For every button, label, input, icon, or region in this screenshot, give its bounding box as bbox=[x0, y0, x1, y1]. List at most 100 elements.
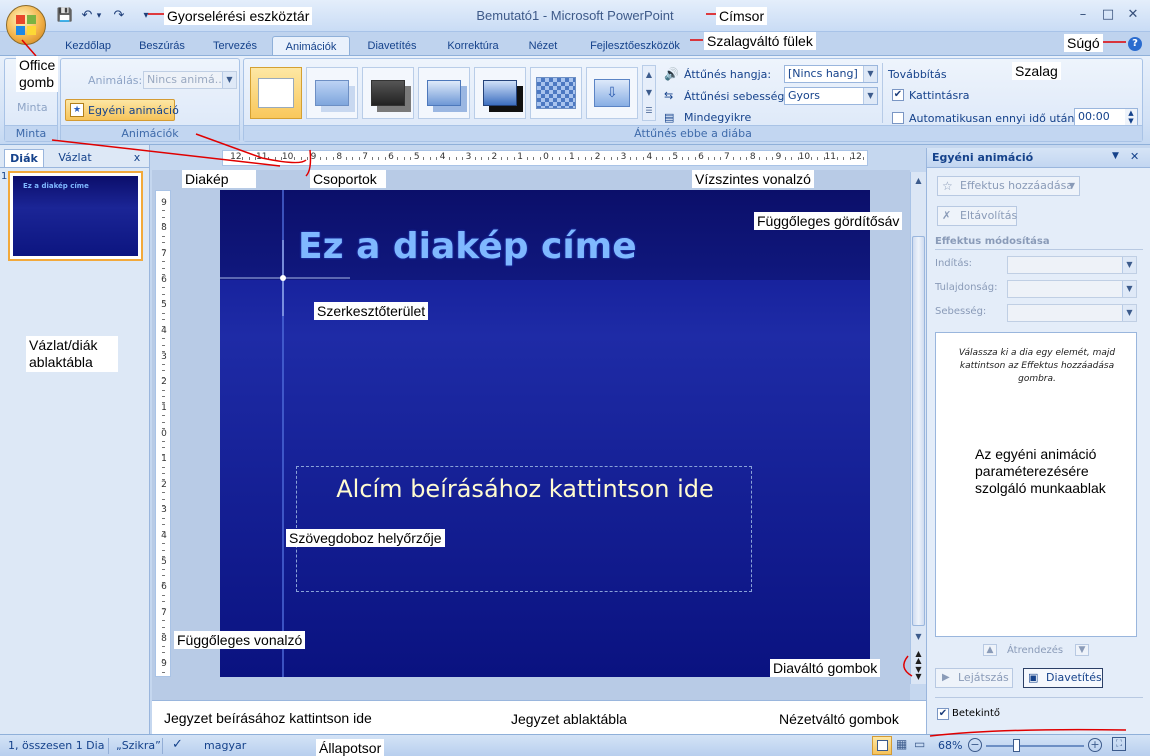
slideshow-button[interactable]: ▣ Diavetítés bbox=[1023, 668, 1103, 688]
transition-wipe-down-thumb[interactable]: ⇩ bbox=[586, 67, 638, 119]
callout-view-buttons: Nézetváltó gombok bbox=[776, 710, 902, 728]
scroll-up-icon[interactable]: ▲ bbox=[912, 174, 925, 188]
minta-button[interactable]: Minta bbox=[17, 101, 48, 114]
vruler-tick bbox=[162, 293, 165, 295]
hruler-tick bbox=[713, 157, 715, 160]
hruler-tick bbox=[481, 157, 483, 160]
slide-thumbnail[interactable]: Ez a diakép címe bbox=[8, 171, 143, 261]
auto-advance-checkbox[interactable] bbox=[892, 112, 904, 124]
transition-dissolve-thumb[interactable] bbox=[530, 67, 582, 119]
zoom-out-icon[interactable]: − bbox=[968, 738, 982, 752]
preview-checkbox[interactable]: ✔ bbox=[937, 708, 949, 720]
chevron-down-icon: ▼ bbox=[1122, 281, 1136, 297]
hruler-tick bbox=[397, 157, 399, 160]
hruler-tick bbox=[378, 157, 380, 160]
gallery-scroll[interactable]: ▲ ▼ ☰ bbox=[642, 65, 656, 121]
custom-animation-button[interactable]: ★ Egyéni animáció bbox=[65, 99, 179, 121]
zoom-slider-thumb[interactable] bbox=[1013, 739, 1020, 752]
tab-slides[interactable]: Diák bbox=[4, 149, 44, 167]
tab-korrektura[interactable]: Korrektúra bbox=[436, 36, 510, 56]
sound-icon: 🔊 bbox=[664, 67, 679, 81]
add-effect-button[interactable]: ☆ Effektus hozzáadása ▼ bbox=[937, 176, 1080, 196]
tab-outline[interactable]: Vázlat bbox=[50, 149, 100, 167]
tab-animaciok[interactable]: Animációk bbox=[272, 36, 350, 56]
property-combo[interactable]: ▼ bbox=[1007, 280, 1137, 298]
remove-button[interactable]: ✗ Eltávolítás bbox=[937, 206, 1017, 226]
hruler-tick bbox=[242, 157, 244, 160]
group-attunes: ⇩ ▲ ▼ ☰ 🔊 Áttűnés hangja: [Nincs hang] ▼ ⇆… bbox=[243, 58, 1143, 142]
slide[interactable]: Ez a diakép címe Alcím beírásához kattin… bbox=[220, 190, 870, 677]
modify-effect-header: Effektus módosítása bbox=[935, 236, 1050, 247]
vruler-tick bbox=[162, 267, 165, 269]
property-label: Tulajdonság: bbox=[935, 282, 998, 293]
zoom-slider[interactable] bbox=[986, 745, 1084, 747]
help-icon[interactable]: ? bbox=[1128, 37, 1142, 51]
transition-speed-combo[interactable]: Gyors ▼ bbox=[784, 87, 878, 105]
reorder-down-icon[interactable]: ▼ bbox=[1075, 644, 1089, 656]
hruler-tick bbox=[268, 157, 270, 160]
transition-cut-black-thumb[interactable] bbox=[474, 67, 526, 119]
notes-placeholder[interactable]: Jegyzet beírásához kattintson ide bbox=[164, 710, 372, 726]
transition-fade-smooth-thumb[interactable] bbox=[306, 67, 358, 119]
vruler-label: 7 bbox=[161, 607, 167, 618]
gallery-up-icon[interactable]: ▲ bbox=[643, 66, 655, 84]
office-logo-icon bbox=[16, 15, 36, 35]
hruler-tick bbox=[294, 157, 296, 160]
hruler-tick bbox=[474, 157, 476, 160]
speed-combo[interactable]: ▼ bbox=[1007, 304, 1137, 322]
horizontal-ruler[interactable]: 12 11 10 9 8 7 6 5 4 3 2 1 0 1 2 3 4 5 6 7 8 9 10 11 12 bbox=[222, 150, 868, 166]
task-pane-menu-icon[interactable]: ▼ bbox=[1112, 151, 1119, 161]
start-combo[interactable]: ▼ bbox=[1007, 256, 1137, 274]
hruler-tick bbox=[558, 157, 560, 160]
close-pane-icon[interactable]: x bbox=[130, 149, 144, 167]
on-click-label: Kattintásra bbox=[909, 89, 970, 102]
tab-diavetites[interactable]: Diavetítés bbox=[358, 36, 426, 56]
tab-kezdolap[interactable]: Kezdőlap bbox=[56, 36, 120, 56]
scroll-down-icon[interactable]: ▼ bbox=[912, 630, 925, 644]
transition-sound-combo[interactable]: [Nincs hang] ▼ bbox=[784, 65, 878, 83]
minimize-button[interactable]: – bbox=[1073, 6, 1093, 24]
spinner-icon[interactable]: ▲ ▼ bbox=[1125, 109, 1137, 125]
hruler-tick bbox=[248, 157, 250, 160]
next-slide-icon[interactable]: ▼ ▼ bbox=[912, 666, 925, 681]
zoom-level[interactable]: 68% bbox=[938, 739, 962, 752]
slideshow-view-icon[interactable]: ▭ bbox=[914, 737, 925, 751]
zoom-in-icon[interactable]: + bbox=[1088, 738, 1102, 752]
scroll-thumb[interactable] bbox=[912, 236, 925, 626]
chevron-down-icon: ▼ bbox=[863, 88, 877, 104]
apply-all-button[interactable]: Mindegyikre bbox=[684, 111, 751, 124]
hruler-tick bbox=[707, 157, 709, 160]
slide-sorter-icon[interactable]: ▦ bbox=[896, 737, 907, 751]
tab-beszuras[interactable]: Beszúrás bbox=[130, 36, 194, 56]
tab-nezet[interactable]: Nézet bbox=[520, 36, 566, 56]
outline-slides-pane: Diák Vázlat x 1 Ez a diakép címe bbox=[0, 145, 150, 735]
task-pane-close-icon[interactable]: ✕ bbox=[1130, 150, 1139, 163]
vertical-scrollbar[interactable]: ▲ ▼ ▲ ▲ ▼ ▼ bbox=[910, 172, 926, 684]
auto-advance-time[interactable]: 00:00 ▲ ▼ bbox=[1074, 108, 1138, 126]
fit-to-window-icon[interactable]: ⛶ bbox=[1112, 737, 1126, 751]
tab-fejlesztoeszkozok[interactable]: Fejlesztőeszközök bbox=[580, 36, 690, 56]
maximize-button[interactable]: □ bbox=[1098, 6, 1118, 24]
transition-none-thumb[interactable] bbox=[250, 67, 302, 119]
animalas-combo[interactable]: Nincs animá... ▼ bbox=[143, 71, 237, 89]
close-button[interactable]: ✕ bbox=[1123, 6, 1143, 24]
slide-title[interactable]: Ez a diakép címe bbox=[298, 226, 637, 267]
transition-cut-thumb[interactable] bbox=[418, 67, 470, 119]
office-button[interactable] bbox=[6, 5, 46, 45]
callout-office-button: Office gomb bbox=[16, 56, 59, 92]
normal-view-button[interactable] bbox=[872, 736, 892, 755]
transition-dissolve-icon bbox=[536, 77, 576, 109]
reorder-up-icon[interactable]: ▲ bbox=[983, 644, 997, 656]
vertical-ruler[interactable]: 9 8 7 6 5 4 3 2 1 0 1 2 3 4 5 6 7 8 9 bbox=[155, 190, 171, 677]
spellcheck-icon[interactable]: ✓ bbox=[172, 737, 183, 752]
theme-name: „Szikra” bbox=[116, 739, 161, 752]
vruler-label: 1 bbox=[161, 454, 167, 465]
transition-fade-black-thumb[interactable] bbox=[362, 67, 414, 119]
gallery-more-icon[interactable]: ☰ bbox=[643, 102, 655, 120]
on-click-checkbox[interactable]: ✔ bbox=[892, 89, 904, 101]
gallery-down-icon[interactable]: ▼ bbox=[643, 84, 655, 102]
tab-tervezes[interactable]: Tervezés bbox=[204, 36, 266, 56]
play-button[interactable]: ▶ Lejátszás bbox=[935, 668, 1013, 688]
previous-slide-icon[interactable]: ▲ ▲ bbox=[912, 650, 925, 665]
vruler-tick bbox=[162, 543, 165, 545]
